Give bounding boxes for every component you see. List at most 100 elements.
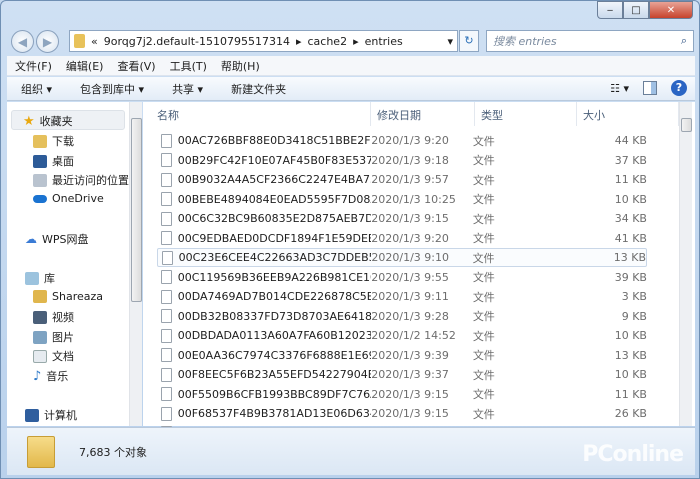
file-icon: [161, 192, 172, 206]
sidebar-scrollbar[interactable]: [129, 102, 142, 426]
file-row[interactable]: 00C9EDBAED0DCDF1894F1E59DEB66... 2020/1/…: [157, 229, 647, 248]
menu-view[interactable]: 查看(V): [117, 58, 155, 74]
address-bar[interactable]: « 9orqg7j2.default-1510795517314 ▸ cache…: [69, 30, 458, 52]
pictures-icon: [33, 330, 47, 344]
file-date: 2020/1/3 9:11: [371, 290, 449, 303]
file-name: 00C119569B36EEB9A226B981CE109...: [177, 270, 372, 284]
close-button[interactable]: ✕: [649, 1, 693, 19]
file-row[interactable]: 00DBDADA0113A60A7FA60B1202330... 2020/1/…: [157, 326, 647, 345]
column-header-name[interactable]: 名称: [143, 102, 371, 126]
file-row[interactable]: 00B29FC42F10E07AF45B0F83E537EF1... 2020/…: [157, 151, 647, 170]
file-size: 10 KB: [614, 329, 647, 342]
file-type: 文件: [472, 193, 495, 206]
file-type: 文件: [472, 271, 495, 284]
file-name: 00DB32B08337FD73D8703AE641840...: [177, 309, 372, 323]
column-header-type[interactable]: 类型: [475, 102, 577, 126]
sidebar-item-favorites[interactable]: ★ 收藏夹: [23, 113, 73, 129]
menu-edit[interactable]: 编辑(E): [66, 58, 104, 74]
file-date: 2020/1/3 9:57: [371, 173, 449, 186]
file-list-scrollbar[interactable]: [679, 102, 692, 426]
file-name: 00F68537F4B9B3781AD13E06D6343A...: [177, 407, 372, 420]
file-size: 37 KB: [614, 153, 647, 167]
sidebar-item-shareaza[interactable]: Shareaza: [33, 290, 103, 303]
file-name: 00C9EDBAED0DCDF1894F1E59DEB66...: [177, 231, 372, 245]
file-list-scroll-thumb[interactable]: [681, 118, 692, 132]
address-dropdown-icon[interactable]: ▾: [447, 35, 453, 48]
breadcrumb-separator[interactable]: ▸: [296, 35, 302, 48]
share-button[interactable]: 共享 ▾: [172, 81, 203, 97]
file-date: 2020/1/3 9:37: [371, 368, 449, 381]
organize-button[interactable]: 组织 ▾: [21, 81, 52, 97]
navigation-pane: ★ 收藏夹 下载 桌面 最近访问的位置 OneDrive ☁ WPS网盘 库 Sha…: [7, 102, 142, 426]
sidebar-item-wps[interactable]: ☁ WPS网盘: [25, 231, 89, 247]
new-folder-button[interactable]: 新建文件夹: [231, 81, 286, 97]
file-row[interactable]: 00C6C32BC9B60835E2D875AEB7D43... 2020/1/…: [157, 209, 647, 228]
minimize-button[interactable]: ‒: [597, 1, 623, 19]
sidebar-item-music[interactable]: ♪ 音乐: [33, 368, 68, 384]
file-size: 9 KB: [621, 309, 647, 323]
help-button[interactable]: ?: [671, 80, 687, 96]
include-in-library-button[interactable]: 包含到库中 ▾: [80, 81, 144, 97]
sidebar-item-computer[interactable]: 计算机: [25, 407, 77, 423]
sidebar-scroll-thumb[interactable]: [131, 118, 142, 302]
back-button[interactable]: ◀: [11, 30, 34, 53]
file-row[interactable]: 00AC726BBF88E0D3418C51BBE2FD8... 2020/1/…: [157, 131, 647, 150]
menu-help[interactable]: 帮助(H): [221, 58, 260, 74]
breadcrumb-segment[interactable]: cache2: [308, 35, 348, 48]
preview-pane-button[interactable]: [643, 81, 657, 95]
breadcrumb-separator[interactable]: ▸: [353, 35, 359, 48]
menu-tools[interactable]: 工具(T): [170, 58, 207, 74]
sidebar-item-desktop[interactable]: 桌面: [33, 153, 74, 169]
file-type: 文件: [472, 173, 495, 187]
sidebar-item-pictures[interactable]: 图片: [33, 329, 74, 345]
sidebar-item-videos[interactable]: 视频: [33, 309, 74, 325]
file-row[interactable]: 00DB32B08337FD73D8703AE641840... 2020/1/…: [157, 307, 647, 326]
menu-file[interactable]: 文件(F): [15, 58, 52, 74]
file-date: 2020/1/3 9:20: [371, 134, 449, 147]
file-row[interactable]: 00DA7469AD7B014CDE226878C5B04... 2020/1/…: [157, 287, 647, 306]
item-count: 7,683 个对象: [79, 445, 147, 459]
video-icon: [33, 310, 47, 324]
column-header-size[interactable]: 大小: [577, 102, 679, 126]
maximize-button[interactable]: □: [623, 1, 649, 19]
search-icon[interactable]: ⌕: [681, 34, 687, 48]
breadcrumb-segment[interactable]: 9orqg7j2.default-1510795517314: [104, 35, 290, 48]
file-icon: [161, 289, 172, 304]
file-row[interactable]: 00BEBE4894084E0EAD5595F7D08AF0... 2020/1…: [157, 190, 647, 209]
file-size: 11 KB: [614, 387, 647, 401]
address-overflow[interactable]: «: [91, 35, 98, 48]
file-date: 2020/1/3 9:15: [371, 212, 449, 225]
file-name: 00DBDADA0113A60A7FA60B1202330...: [177, 329, 372, 342]
file-date: 2020/1/3 9:10: [371, 251, 449, 264]
file-icon: [161, 328, 172, 343]
computer-icon: [25, 408, 39, 422]
file-row[interactable]: 00C23E6CEE4C22663AD3C7DDEB538... 2020/1/…: [157, 248, 647, 267]
search-input[interactable]: 搜索 entries ⌕: [486, 30, 694, 52]
file-size: 39 KB: [614, 270, 647, 284]
documents-icon: [33, 349, 47, 363]
file-row[interactable]: 00F8EEC5F6B23A55EFD54227904E0F... 2020/1…: [157, 365, 647, 384]
file-icon: [161, 172, 172, 187]
file-date: 2020/1/3 9:55: [371, 270, 449, 284]
music-icon: ♪: [33, 368, 42, 384]
file-size: 10 KB: [614, 368, 647, 381]
change-view-button[interactable]: ☷ ▾: [610, 82, 629, 95]
refresh-button[interactable]: ↻: [459, 30, 479, 52]
sidebar-item-onedrive[interactable]: OneDrive: [33, 192, 104, 205]
file-icon: [161, 367, 172, 382]
sidebar-item-libraries[interactable]: 库: [25, 270, 55, 286]
file-size: 13 KB: [613, 251, 646, 264]
file-row[interactable]: 00F5509B6CFB1993BBC89DF7C76A5... 2020/1/…: [157, 385, 647, 404]
file-name: 00BEBE4894084E0EAD5595F7D08AF0...: [177, 192, 372, 206]
sidebar-item-documents[interactable]: 文档: [33, 348, 74, 364]
forward-button[interactable]: ▶: [36, 30, 59, 53]
file-row[interactable]: 00B9032A4A5CF2366C2247E4BA73A3... 2020/1…: [157, 170, 647, 189]
file-row[interactable]: 00E0AA36C7974C3376F6888E1E699B... 2020/1…: [157, 346, 647, 365]
file-row[interactable]: 00F68537F4B9B3781AD13E06D6343A... 2020/1…: [157, 404, 647, 423]
breadcrumb-segment[interactable]: entries: [365, 35, 403, 48]
column-header-date[interactable]: 修改日期: [371, 102, 475, 126]
file-row[interactable]: 00C119569B36EEB9A226B981CE109... 2020/1/…: [157, 268, 647, 287]
sidebar-item-recent[interactable]: 最近访问的位置: [33, 172, 129, 188]
sidebar-item-downloads[interactable]: 下载: [33, 133, 74, 149]
file-icon: [161, 348, 172, 362]
